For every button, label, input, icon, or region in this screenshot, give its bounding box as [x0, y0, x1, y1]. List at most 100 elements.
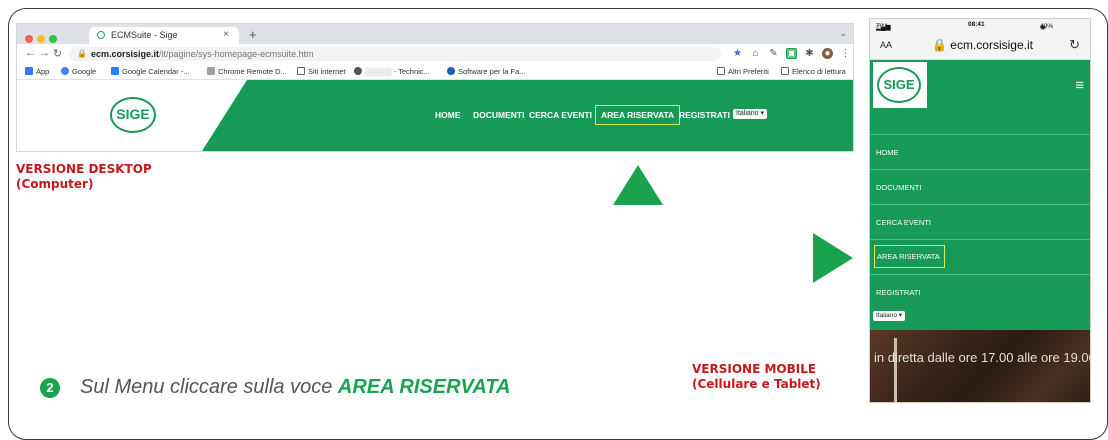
desktop-browser-window: ECMSuite - Sige × + ⌄ ← → ↻ 🔒 ecm.corsis…: [16, 23, 854, 152]
remote-desktop-icon: [207, 67, 215, 75]
battery-icon: ▭: [1040, 24, 1047, 31]
folder-icon: [297, 67, 305, 75]
url-path: /it/pagine/sys-homepage-ecmsuite.htm: [159, 49, 314, 59]
bookmark-google[interactable]: Google: [61, 67, 96, 76]
mobile-version-label: VERSIONE MOBILE (Cellulare e Tablet): [692, 362, 821, 392]
mobile-label-line1: VERSIONE MOBILE: [692, 362, 817, 376]
chevron-down-icon[interactable]: ⌄: [839, 28, 847, 39]
tab-close-icon[interactable]: ×: [223, 29, 229, 40]
mobile-nav-home[interactable]: HOME: [870, 134, 1090, 170]
mobile-logo-box: SIGE: [873, 62, 927, 108]
blurred-text: ▒▒▒▒▒: [365, 67, 394, 76]
bookmark-label: Siti internet: [308, 67, 346, 76]
bookmark-label: Google Calendar -...: [122, 67, 190, 76]
bookmark-label: - Technic...: [393, 67, 430, 76]
bookmark-label: Altri Preferiti: [728, 67, 769, 76]
nav-documenti[interactable]: DOCUMENTI: [473, 110, 524, 120]
kebab-menu-icon[interactable]: ⋮: [840, 48, 851, 59]
mobile-url: 🔒 ecm.corsisige.it: [932, 38, 1033, 52]
mobile-nav-label: DOCUMENTI: [876, 183, 922, 192]
bookmark-google-calendar[interactable]: Google Calendar -...: [111, 67, 190, 76]
sige-logo[interactable]: SIGE: [877, 67, 921, 103]
text-size-button[interactable]: AA: [880, 40, 892, 50]
nav-area-riservata[interactable]: AREA RISERVATA: [595, 105, 681, 125]
instruction-emphasis: AREA RISERVATA: [337, 376, 511, 398]
desktop-label-line2: (Computer): [16, 177, 94, 191]
sige-logo[interactable]: SIGE: [110, 97, 156, 133]
arrow-right-icon: [813, 233, 853, 283]
tab-strip: ECMSuite - Sige × + ⌄: [17, 24, 853, 44]
mobile-language-select[interactable]: Italiano ▾: [873, 311, 906, 321]
mobile-nav-label: HOME: [876, 148, 899, 157]
software-icon: [447, 67, 455, 75]
calendar-icon: [111, 67, 119, 75]
step-number-badge: 2: [40, 378, 60, 398]
banner-text: in diretta dalle ore 17.00 alle ore 19.0…: [874, 350, 1091, 365]
back-icon[interactable]: ←: [25, 47, 36, 59]
nav-cerca-eventi[interactable]: CERCA EVENTI: [529, 110, 592, 120]
mobile-nav-area-riservata[interactable]: AREA RISERVATA: [870, 239, 1090, 275]
mobile-label-line2: (Cellulare e Tablet): [692, 377, 821, 391]
folder-icon: [717, 67, 725, 75]
avatar[interactable]: ●: [822, 48, 833, 59]
wifi-icon: ◠: [876, 24, 882, 31]
bookmark-chrome-remote[interactable]: Chrome Remote D...: [207, 67, 287, 76]
bookmark-altri-preferiti[interactable]: Altri Preferiti: [717, 67, 769, 76]
bookmark-elenco-lettura[interactable]: Elenco di lettura: [781, 67, 846, 76]
event-banner-image: in diretta dalle ore 17.00 alle ore 19.0…: [870, 330, 1090, 402]
mobile-nav-cerca-eventi[interactable]: CERCA EVENTI: [870, 204, 1090, 240]
bookmark-label: App: [36, 67, 50, 76]
pen-icon[interactable]: ✎: [768, 48, 779, 59]
address-bar[interactable]: 🔒 ecm.corsisige.it/it/pagine/sys-homepag…: [69, 47, 721, 61]
hamburger-menu-icon[interactable]: ≡: [1075, 78, 1084, 93]
new-tab-button[interactable]: +: [249, 27, 257, 42]
bookmark-apps[interactable]: App: [25, 67, 49, 76]
reading-list-icon: [781, 67, 789, 75]
desktop-version-label: VERSIONE DESKTOP (Computer): [16, 162, 152, 192]
lock-icon: 🔒: [932, 38, 947, 52]
mobile-nav-label: REGISTRATI: [876, 288, 921, 297]
bookmark-technic[interactable]: ▒▒▒▒▒ - Technic...: [354, 67, 430, 76]
bookmark-software[interactable]: Software per la Fa...: [447, 67, 526, 76]
arrow-up-icon: [613, 165, 663, 205]
green-extension-icon[interactable]: ▣: [786, 48, 797, 59]
phone-status-bar: ▂▄▆ TIM ◠ 08:41 ◉ 40% ▭: [870, 19, 1090, 31]
google-icon: [61, 67, 69, 75]
reload-icon[interactable]: ↻: [1069, 37, 1080, 53]
mobile-address-bar[interactable]: AA 🔒 ecm.corsisige.it ↻: [870, 31, 1090, 60]
star-bookmark-icon[interactable]: ★: [732, 48, 743, 59]
sige-website-header: SIGE HOME DOCUMENTI CERCA EVENTI AREA RI…: [17, 80, 853, 151]
bookmark-folder-siti[interactable]: Siti internet: [297, 67, 346, 76]
browser-tab[interactable]: ECMSuite - Sige ×: [89, 27, 239, 44]
tab-title: ECMSuite - Sige: [111, 30, 178, 40]
bookmark-label: Google: [72, 67, 97, 76]
maximize-window-icon[interactable]: [49, 35, 57, 43]
instruction-text: Sul Menu cliccare sulla voce AREA RISERV…: [80, 376, 511, 399]
favicon-icon: [97, 31, 105, 39]
close-window-icon[interactable]: [25, 35, 33, 43]
phone-time: 08:41: [968, 21, 985, 28]
language-select[interactable]: Italiano ▾: [733, 109, 768, 119]
lock-icon: 🔒: [77, 49, 87, 58]
url-text: ecm.corsisige.it/it/pagine/sys-homepage-…: [91, 47, 314, 61]
url-domain: ecm.corsisige.it: [91, 49, 160, 59]
mobile-nav-label: AREA RISERVATA: [874, 245, 945, 268]
bookmark-label: Elenco di lettura: [792, 67, 846, 76]
logo-text: SIGE: [883, 77, 915, 92]
nav-registrati[interactable]: REGISTRATI: [679, 110, 730, 120]
mobile-nav-documenti[interactable]: DOCUMENTI: [870, 169, 1090, 205]
nav-home[interactable]: HOME: [435, 110, 461, 120]
bookmark-label: Chrome Remote D...: [218, 67, 287, 76]
logo-text: SIGE: [116, 106, 150, 122]
mobile-url-text: ecm.corsisige.it: [950, 38, 1033, 52]
minimize-window-icon[interactable]: [37, 35, 45, 43]
mobile-screenshot: ▂▄▆ TIM ◠ 08:41 ◉ 40% ▭ AA 🔒 ecm.corsisi…: [869, 18, 1091, 403]
instruction-main: Sul Menu cliccare sulla voce: [80, 376, 333, 398]
bookmarks-bar: App Google Google Calendar -... Chrome R…: [17, 64, 853, 80]
extension-icon[interactable]: ⌂: [750, 48, 761, 59]
puzzle-icon[interactable]: ✱: [804, 48, 815, 59]
globe-icon: [354, 67, 362, 75]
forward-icon[interactable]: →: [39, 47, 50, 59]
mobile-nav-registrati[interactable]: REGISTRATI: [870, 274, 1090, 309]
reload-icon[interactable]: ↻: [53, 47, 62, 60]
